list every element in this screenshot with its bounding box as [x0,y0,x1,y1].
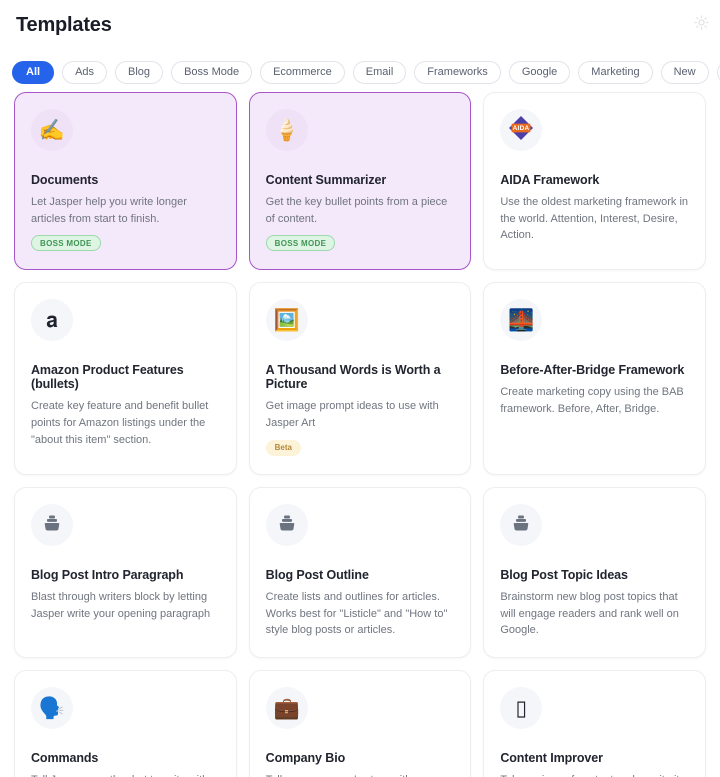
page-header: Templates [0,0,720,48]
template-description: Take a piece of content and rewrite it t… [500,772,689,777]
boss-mode-badge: BOSS MODE [31,235,101,252]
amazon-logo-icon: 𝐚 [46,308,58,332]
template-card[interactable]: AIDA AIDA Framework Use the oldest marketi… [483,92,706,271]
template-description: Create marketing copy using the BAB fram… [500,386,684,416]
template-description: Get image prompt ideas to use with Jaspe… [265,400,439,430]
template-icon-wrap [500,503,543,546]
speaking-head-icon: 🗣️ [38,696,66,720]
template-title: Content Improver [500,751,603,766]
template-icon-wrap: ✍️ [31,109,73,151]
sun-icon[interactable] [690,11,712,33]
filter-pill-all[interactable]: All [12,60,55,84]
bridge-at-night-icon: 🌉 [508,308,535,332]
template-card[interactable]: ▯ Content Improver Take a piece of content… [483,670,706,777]
filter-pill-email[interactable]: Email [352,60,407,84]
filter-pill-seo[interactable]: SEO [716,60,720,84]
template-card[interactable]: Blog Post Outline Create lists and outlin… [248,486,472,659]
template-description: Use the oldest marketing framework in th… [500,196,689,242]
template-title: Blog Post Outline [265,567,369,582]
template-title: Company Bio [265,751,346,766]
filter-pill-marketing[interactable]: Marketing [578,60,653,84]
template-icon-wrap: 🖼️ [265,299,308,342]
filter-pill-ads[interactable]: Ads [62,60,108,84]
svg-text:AIDA: AIDA [513,125,530,132]
template-description: Get the key bullet points from a piece o… [265,196,448,225]
template-grid: ✍️ Documents Let Jasper help you write lon… [0,92,720,777]
template-icon-wrap: 💼 [265,687,308,730]
filter-pill-ecommerce[interactable]: Ecommerce [260,60,345,84]
aida-badge-icon: AIDA [508,115,534,145]
missing-glyph-icon: ▯ [515,696,528,720]
template-icon-wrap [265,503,308,546]
template-icon-wrap: AIDA [500,109,543,151]
filter-pill-new[interactable]: New [660,60,709,84]
template-icon-wrap: 🗣️ [31,687,73,730]
template-card[interactable]: 𝐚 Amazon Product Features (bullets) Create… [14,282,237,475]
template-title: Documents [31,173,99,187]
boss-mode-badge: BOSS MODE [265,235,336,252]
template-title: A Thousand Words is Worth a Picture [265,363,441,392]
template-card[interactable]: 🗣️ Commands Tell Jasper exactly what to wr… [14,670,237,777]
filter-pill-boss-mode[interactable]: Boss Mode [171,60,253,84]
template-title: Before-After-Bridge Framework [500,363,685,378]
template-title: Content Summarizer [265,173,387,187]
filter-pill-google[interactable]: Google [508,60,571,84]
template-icon-wrap [31,503,73,546]
template-icon-wrap: 𝐚 [31,299,73,342]
template-icon-wrap: 🌉 [500,299,543,342]
template-description: Let Jasper help you write longer article… [31,196,187,225]
ink-pot-icon [511,513,531,537]
template-title: Blog Post Topic Ideas [500,567,628,582]
template-description: Blast through writers block by letting J… [31,590,211,620]
beta-badge: Beta [265,439,301,456]
template-title: AIDA Framework [500,173,600,187]
template-card[interactable]: ✍️ Documents Let Jasper help you write lon… [14,92,237,271]
framed-picture-icon: 🖼️ [273,308,300,332]
template-card[interactable]: 🍦 Content Summarizer Get the key bullet po… [248,92,472,271]
filter-pill-frameworks[interactable]: Frameworks [414,60,501,84]
template-card[interactable]: 💼 Company Bio Tell your company's story wi… [248,670,472,777]
filter-pill-blog[interactable]: Blog [115,60,164,84]
ink-pot-icon [42,513,62,537]
template-icon-wrap: ▯ [500,687,543,730]
template-card[interactable]: Blog Post Topic Ideas Brainstorm new blog… [483,486,706,659]
template-title: Blog Post Intro Paragraph [31,567,184,582]
briefcase-icon: 💼 [273,696,300,720]
page-title: Templates [16,14,112,36]
template-title: Amazon Product Features (bullets) [31,363,184,392]
template-description: Create key feature and benefit bullet po… [31,400,209,446]
template-title: Commands [31,751,99,766]
template-description: Tell your company's story with a captiva… [266,772,455,777]
template-description: Brainstorm new blog post topics that wil… [500,590,679,637]
template-description: Create lists and outlines for articles. … [265,590,448,637]
category-filter-bar[interactable]: All Ads Blog Boss Mode Ecommerce Email Framewo… [0,48,720,92]
template-description: Tell Jasper exactly what to write with a… [31,772,220,777]
template-card[interactable]: 🖼️ A Thousand Words is Worth a Picture Get… [248,282,472,475]
writing-hand-icon: ✍️ [38,118,66,142]
template-icon-wrap: 🍦 [265,109,308,151]
ink-pot-icon [277,513,297,537]
ice-cream-cone-icon: 🍦 [273,118,300,142]
template-card[interactable]: 🌉 Before-After-Bridge Framework Create mar… [483,282,706,475]
template-card[interactable]: Blog Post Intro Paragraph Blast through w… [14,486,237,659]
